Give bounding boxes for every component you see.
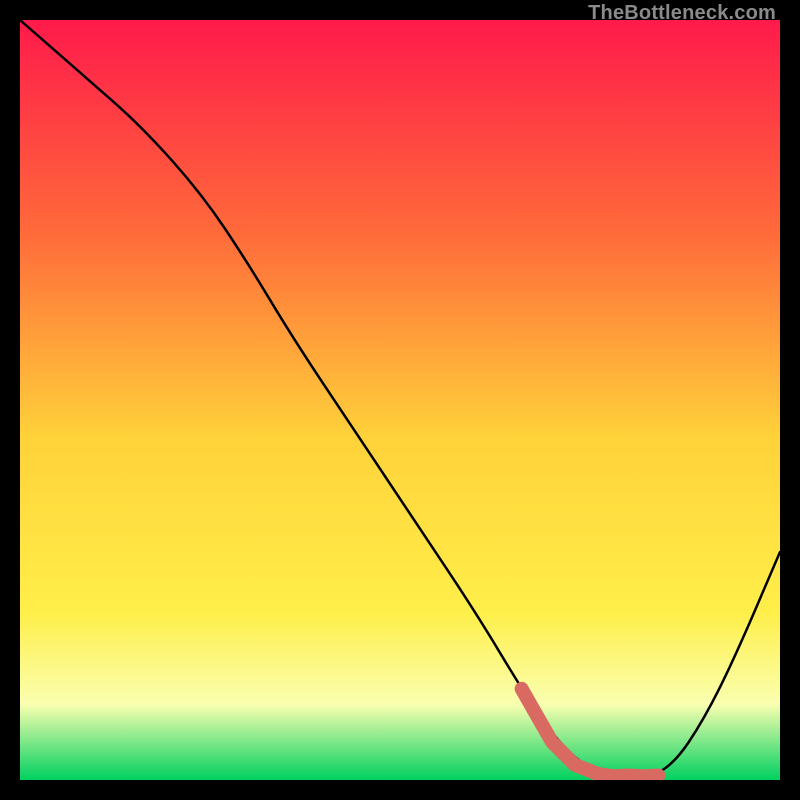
optimal-range-dot xyxy=(653,770,663,780)
gradient-background xyxy=(20,20,780,780)
watermark-text: TheBottleneck.com xyxy=(588,2,776,25)
chart-plot xyxy=(20,20,780,780)
chart-frame xyxy=(20,20,780,780)
